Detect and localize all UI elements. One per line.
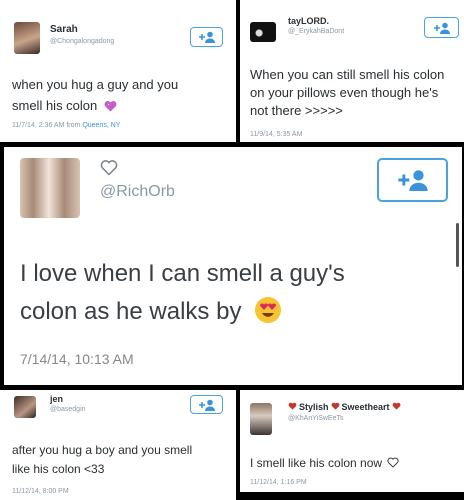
location-link[interactable]: Queens, NY <box>82 122 120 129</box>
tweet-text-line: I love when I can smell a guy's <box>20 260 345 287</box>
avatar[interactable] <box>250 22 276 42</box>
tweet-text-line: like his colon <33 <box>12 462 105 476</box>
red-heart-emoji <box>392 402 401 412</box>
add-user-icon <box>198 399 216 411</box>
tweet-text-line: on your pillows even though he's <box>250 85 439 100</box>
tweet-text: I love when I can smell a guy's colon as… <box>20 255 450 336</box>
tweet-text: I smell like his colon now <box>250 454 462 473</box>
tweet-card-stylish-sweetheart: Stylish Sweetheart @KhAnYiSwEeTs I smell… <box>240 390 464 492</box>
tweet-text-segment: colon as he walks by <box>20 298 242 325</box>
heart-outline-emoji <box>387 455 399 473</box>
tweet-card-richorb: @RichOrb I love when I can smell a guy's… <box>4 147 462 385</box>
add-user-icon <box>433 22 451 34</box>
red-heart-emoji <box>288 402 297 412</box>
tweet-text: after you hug a boy and you smell like h… <box>12 441 234 479</box>
timestamp-text: 11/7/14, 2:36 AM from <box>12 122 81 129</box>
user-handle[interactable]: @basedgin <box>50 406 86 413</box>
tweet-text: When you can still smell his colon on yo… <box>250 66 462 120</box>
user-name[interactable]: tayLORD. <box>288 16 329 26</box>
avatar[interactable] <box>20 158 80 218</box>
follow-button[interactable] <box>377 158 448 202</box>
add-user-icon <box>198 31 216 43</box>
tweet-card-jen: jen @basedgin after you hug a boy and yo… <box>0 390 236 500</box>
tweet-timestamp[interactable]: 11/12/14, 1:16 PM <box>250 479 307 486</box>
follow-button[interactable] <box>424 17 459 38</box>
avatar[interactable] <box>14 396 36 418</box>
tweet-text-line: not there >>>>> <box>250 103 343 118</box>
tweet-card-sarah: Sarah @Chongalongadong when you hug a gu… <box>0 0 236 142</box>
user-handle[interactable]: @Chongalongadong <box>50 38 114 45</box>
heart-outline-icon[interactable] <box>100 159 118 181</box>
tweet-timestamp[interactable]: 7/14/14, 10:13 AM <box>20 351 134 367</box>
tweet-text-segment: I smell like his colon now <box>250 456 383 470</box>
user-name[interactable]: jen <box>50 394 63 404</box>
tweet-text-line: colon as he walks by <box>20 293 450 336</box>
user-name-part: Stylish <box>299 402 329 412</box>
tweet-text-segment: smell his colon <box>12 98 98 113</box>
user-name[interactable]: Stylish Sweetheart <box>288 402 401 412</box>
tweet-timestamp[interactable]: 11/12/14, 8:00 PM <box>12 488 69 495</box>
user-name[interactable]: Sarah <box>50 24 78 35</box>
red-heart-emoji <box>331 402 340 412</box>
follow-button[interactable] <box>190 27 223 47</box>
tweet-text-line: When you can still smell his colon <box>250 67 445 82</box>
tweet-timestamp[interactable]: 11/7/14, 2:36 AM from Queens, NY <box>12 122 120 129</box>
scrollbar-thumb[interactable] <box>456 223 459 267</box>
tweet-text-line: smell his colon <box>12 95 232 118</box>
tweet-text: when you hug a guy and you smell his col… <box>12 74 232 118</box>
purple-heart-emoji <box>104 97 117 118</box>
user-handle[interactable]: @RichOrb <box>100 183 175 201</box>
follow-button[interactable] <box>190 395 223 414</box>
user-handle[interactable]: @KhAnYiSwEeTs <box>288 415 343 422</box>
avatar[interactable] <box>14 22 40 54</box>
avatar[interactable] <box>250 403 272 435</box>
heart-eyes-emoji <box>254 296 282 336</box>
tweet-text-line: after you hug a boy and you smell <box>12 443 193 457</box>
user-handle[interactable]: @_ErykahBaDont <box>288 28 344 35</box>
add-user-icon <box>396 169 430 191</box>
user-name-part: Sweetheart <box>341 402 390 412</box>
tweet-card-taylord: tayLORD. @_ErykahBaDont When you can sti… <box>240 0 464 142</box>
tweet-text-line: when you hug a guy and you <box>12 77 179 92</box>
tweet-timestamp[interactable]: 11/9/14, 5:35 AM <box>250 131 302 138</box>
